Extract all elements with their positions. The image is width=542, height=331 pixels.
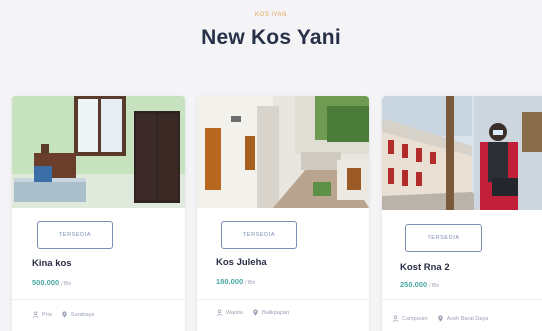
listing-meta: Wanita Balikpapan [216, 309, 289, 316]
card-divider [12, 299, 185, 300]
listing-price: 500.000 / Bln [32, 278, 71, 287]
user-icon [32, 311, 39, 318]
map-pin-icon [437, 315, 443, 322]
gender-type: Wanita [216, 309, 243, 316]
listing-name[interactable]: Kina kos [32, 258, 72, 269]
gender-type-label: Wanita [226, 309, 243, 316]
listing-photo[interactable] [12, 96, 185, 208]
gender-type-label: Campuran [402, 315, 428, 322]
listing-meta: Campuran Aceh Barat Daya [392, 315, 488, 322]
listing-card[interactable]: TERSEDIA Kina kos 500.000 / Bln Pria Sur… [12, 96, 185, 331]
price-value: 180.000 [216, 277, 244, 286]
location-label: Aceh Barat Daya [446, 315, 489, 322]
location: Balikpapan [252, 309, 289, 316]
price-value: 500.000 [32, 278, 60, 287]
listing-card[interactable]: TERSEDIA Kost Rna 2 250.000 / Bln Campur… [382, 96, 542, 331]
listing-price: 180.000 / Bln [216, 277, 255, 286]
listing-name[interactable]: Kost Rna 2 [400, 262, 450, 273]
price-period: / Bln [245, 280, 256, 286]
map-pin-icon [253, 309, 258, 316]
section-eyebrow: KOS IYAN [255, 12, 287, 18]
card-divider [197, 299, 369, 300]
building-photo-image [382, 96, 542, 210]
price-period: / Bln [429, 283, 440, 289]
status-button[interactable]: TERSEDIA [221, 221, 297, 249]
page-title: New Kos Yani [201, 26, 341, 49]
location: Aceh Barat Daya [437, 315, 489, 322]
listing-name[interactable]: Kos Juleha [216, 257, 267, 268]
price-value: 250.000 [400, 280, 428, 289]
status-button[interactable]: TERSEDIA [37, 221, 113, 249]
gender-type: Pria [32, 311, 52, 318]
map-pin-icon [62, 311, 67, 318]
listing-photo[interactable] [382, 96, 542, 210]
card-divider [382, 299, 542, 300]
listing-card[interactable]: TERSEDIA Kos Juleha 180.000 / Bln Wanita… [197, 96, 369, 331]
user-icon [216, 309, 223, 316]
status-button[interactable]: TERSEDIA [405, 224, 482, 252]
listing-price: 250.000 / Bln [400, 280, 439, 289]
user-icon [392, 315, 399, 322]
listing-photo[interactable] [197, 96, 369, 208]
location-label: Surabaya [70, 311, 95, 318]
room-photo-image [12, 96, 185, 208]
location-label: Balikpapan [261, 309, 290, 316]
listing-meta: Pria Surabaya [32, 311, 94, 318]
location: Surabaya [61, 311, 95, 318]
gender-type-label: Pria [42, 311, 52, 318]
gender-type: Campuran [392, 315, 428, 322]
price-period: / Bln [61, 281, 72, 287]
building-photo-image [197, 96, 369, 208]
